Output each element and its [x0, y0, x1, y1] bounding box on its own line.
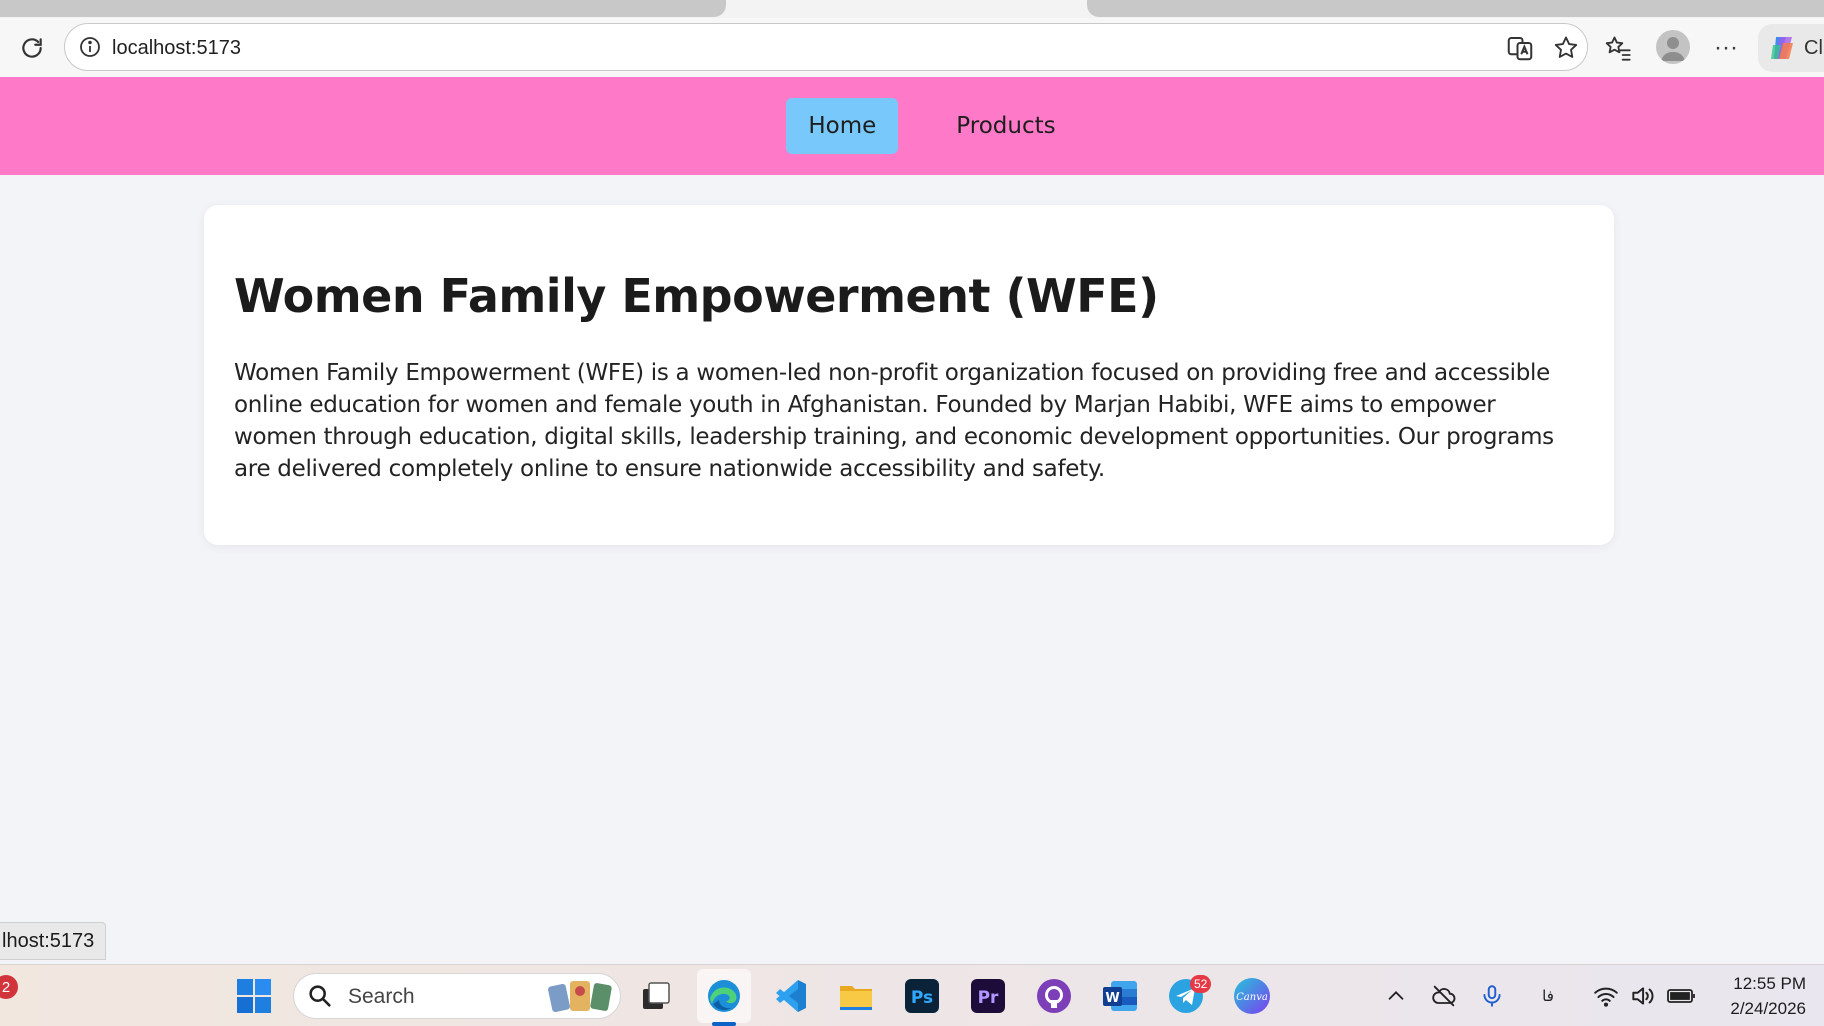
nav-products-link[interactable]: Products: [934, 98, 1077, 154]
tab-strip: [0, 0, 1824, 18]
translate-icon[interactable]: [1503, 31, 1537, 65]
link-status-bubble: lhost:5173: [0, 922, 106, 960]
copilot-label: Cl: [1804, 36, 1823, 59]
browser-tab-left[interactable]: [0, 0, 726, 17]
windows-taskbar: 2 Search Ps Pr W 52 Canva فا 12:55 PM 2/…: [0, 964, 1824, 1026]
file-explorer-icon[interactable]: [836, 976, 876, 1016]
github-desktop-icon[interactable]: [1034, 976, 1074, 1016]
address-bar[interactable]: localhost:5173: [64, 23, 1588, 71]
browser-toolbar: localhost:5173 ··· Cl: [0, 18, 1824, 77]
site-navbar: Home Products: [0, 77, 1824, 175]
word-label: W: [1105, 991, 1119, 1006]
taskbar-clock-time[interactable]: 12:55 PM: [1718, 974, 1806, 994]
task-view-icon[interactable]: [636, 976, 676, 1016]
active-app-indicator: [712, 1022, 736, 1026]
search-highlight-image-icon: [546, 977, 616, 1015]
premiere-label: Pr: [978, 988, 999, 1008]
reload-icon[interactable]: [14, 30, 50, 66]
windows-start-icon[interactable]: [234, 976, 274, 1016]
premiere-icon[interactable]: Pr: [968, 976, 1008, 1016]
favorite-star-icon[interactable]: [1549, 31, 1583, 65]
url-text[interactable]: localhost:5173: [112, 37, 241, 60]
onedrive-offline-icon[interactable]: [1424, 976, 1464, 1016]
more-options-icon[interactable]: ···: [1708, 30, 1744, 66]
nav-home-link[interactable]: Home: [786, 98, 899, 154]
volume-icon[interactable]: [1622, 976, 1662, 1016]
edge-browser-icon[interactable]: [704, 976, 744, 1016]
battery-icon[interactable]: [1662, 976, 1702, 1016]
site-info-icon[interactable]: [75, 32, 105, 62]
search-icon: [306, 982, 336, 1012]
canva-icon[interactable]: Canva: [1232, 976, 1272, 1016]
profile-avatar[interactable]: [1656, 30, 1690, 64]
microphone-icon[interactable]: [1472, 976, 1512, 1016]
favorites-icon[interactable]: [1600, 30, 1636, 66]
canva-label: Canva: [1236, 992, 1268, 1003]
word-icon[interactable]: W: [1100, 976, 1140, 1016]
notification-badge[interactable]: 2: [0, 975, 18, 999]
vscode-icon[interactable]: [770, 976, 810, 1016]
about-description: Women Family Empowerment (WFE) is a wome…: [234, 360, 1554, 482]
photoshop-label: Ps: [911, 988, 933, 1008]
taskbar-clock-date[interactable]: 2/24/2026: [1712, 999, 1806, 1019]
copilot-button[interactable]: Cl: [1758, 24, 1824, 72]
wifi-icon[interactable]: [1586, 976, 1626, 1016]
chevron-up-icon[interactable]: [1376, 976, 1416, 1016]
about-card: Women Family Empowerment (WFE) Women Fam…: [204, 205, 1614, 545]
photoshop-icon[interactable]: Ps: [902, 976, 942, 1016]
browser-tab-right[interactable]: [1087, 0, 1824, 17]
taskbar-search[interactable]: Search: [293, 973, 621, 1019]
copilot-icon: [1771, 37, 1793, 59]
page-title: Women Family Empowerment (WFE): [234, 269, 1159, 323]
language-indicator[interactable]: فا: [1528, 976, 1568, 1016]
telegram-unread-badge: 52: [1190, 975, 1212, 993]
search-label: Search: [348, 985, 415, 1008]
